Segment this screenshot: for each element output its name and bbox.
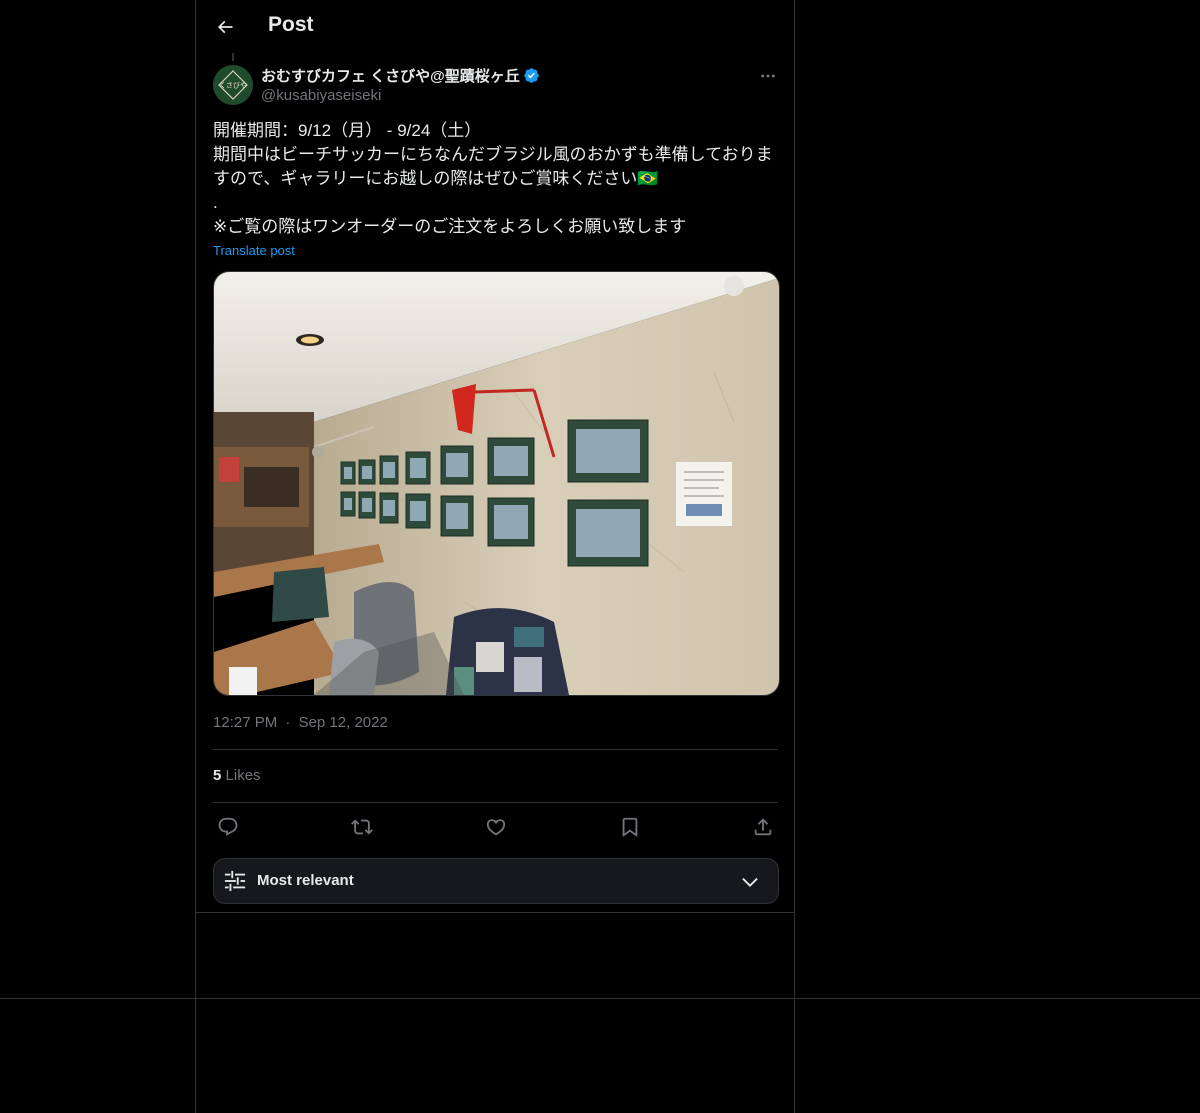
likes-label: Likes <box>225 767 261 784</box>
bookmark-icon <box>622 817 638 838</box>
more-options-button[interactable] <box>756 64 780 88</box>
timestamp-separator: · <box>285 714 291 731</box>
more-dots-icon <box>761 74 775 78</box>
like-icon <box>486 819 506 836</box>
repost-button[interactable] <box>348 813 376 841</box>
reply-button[interactable] <box>214 813 242 841</box>
back-arrow-icon <box>217 20 233 34</box>
post-text-line: 期間中はビーチサッカーにちなんだブラジル風のおかずも準備しておりますので、ギャラ… <box>213 145 773 188</box>
likes-count-link[interactable]: 5 Likes <box>213 767 261 784</box>
post-text: 開催期間：9/12（月） - 9/24（土） 期間中はビーチサッカーにちなんだブ… <box>213 119 779 239</box>
post-date[interactable]: Sep 12, 2022 <box>299 714 388 731</box>
share-button[interactable] <box>749 813 777 841</box>
avatar[interactable]: くさびや <box>213 65 253 105</box>
page-title: Post <box>268 13 314 36</box>
post-time[interactable]: 12:27 PM <box>213 714 277 731</box>
sort-label: Most relevant <box>257 872 354 889</box>
cafe-gallery-photo <box>214 272 779 695</box>
thread-connector <box>232 53 234 61</box>
replies-sort-dropdown[interactable]: Most relevant <box>213 858 779 904</box>
repost-icon <box>351 819 373 835</box>
reply-icon <box>218 817 238 836</box>
post-photo[interactable] <box>213 271 780 696</box>
author-name-text: おむすびカフェ くさびや@聖蹟桜ヶ丘 <box>261 68 520 85</box>
svg-text:くさびや: くさびや <box>219 82 247 90</box>
divider <box>213 802 778 803</box>
chevron-down-icon <box>742 877 758 887</box>
post-text-line: ※ご覧の際はワンオーダーのご注文をよろしくお願い致します <box>213 217 687 236</box>
filter-sliders-icon <box>224 870 246 892</box>
author-handle[interactable]: @kusabiyaseiseki <box>261 87 381 104</box>
translate-post-link[interactable]: Translate post <box>213 243 295 258</box>
author-name[interactable]: おむすびカフェ くさびや@聖蹟桜ヶ丘 <box>261 65 540 86</box>
post-text-line: . <box>213 193 218 212</box>
divider <box>196 912 794 913</box>
back-button[interactable] <box>208 10 242 44</box>
post-header: Post <box>196 0 794 53</box>
like-button[interactable] <box>482 813 510 841</box>
post-timestamp: 12:27 PM · Sep 12, 2022 <box>213 714 388 731</box>
divider <box>213 749 778 750</box>
main-column: Post くさびや おむすびカフェ くさびや@聖蹟桜ヶ丘 @kusabiyase… <box>195 0 795 1113</box>
bookmark-button[interactable] <box>616 813 644 841</box>
verified-badge-icon[interactable] <box>523 67 540 84</box>
likes-count: 5 <box>213 767 222 784</box>
share-icon <box>754 818 772 836</box>
post-text-line: 開催期間：9/12（月） - 9/24（土） <box>213 121 482 140</box>
cafe-logo-icon: くさびや <box>213 65 253 105</box>
